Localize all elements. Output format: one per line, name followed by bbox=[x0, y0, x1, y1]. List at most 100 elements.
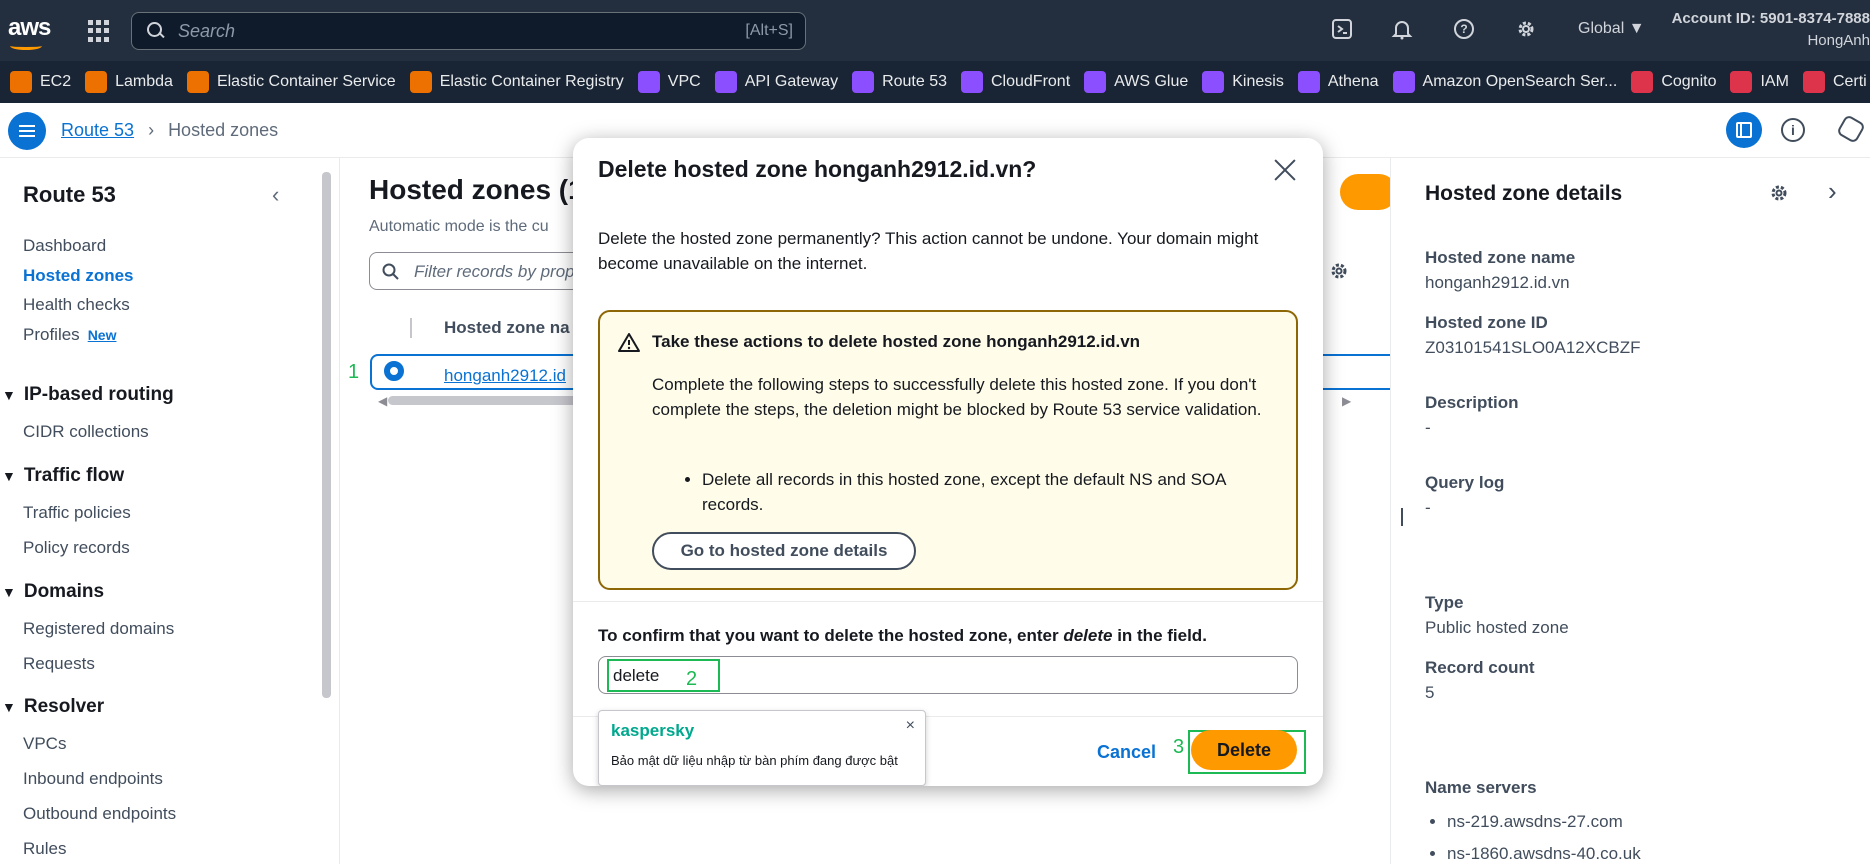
table-settings-gear-icon[interactable] bbox=[1328, 260, 1350, 282]
field-label: Hosted zone ID bbox=[1425, 313, 1548, 332]
settings-gear-icon[interactable] bbox=[1513, 18, 1539, 44]
sidenav-collapse-icon[interactable]: ‹ bbox=[272, 182, 279, 208]
favorite-item[interactable]: Kinesis bbox=[1202, 71, 1284, 93]
sidebar-item-rules[interactable]: Rules bbox=[23, 839, 66, 859]
sidebar-item-label: Profiles bbox=[23, 325, 80, 344]
search-input[interactable]: Search bbox=[178, 21, 745, 42]
sidebar-item-health-checks[interactable]: Health checks bbox=[23, 295, 130, 315]
scroll-left-icon[interactable]: ◀ bbox=[378, 394, 387, 408]
search-bar[interactable]: Search [Alt+S] bbox=[131, 12, 806, 50]
field-value-query-log: - bbox=[1425, 498, 1431, 517]
help-icon[interactable]: ? bbox=[1451, 18, 1477, 44]
favorite-item[interactable]: Elastic Container Registry bbox=[409, 71, 624, 93]
sidebar-item-hosted-zones[interactable]: Hosted zones bbox=[23, 266, 134, 286]
info-icon[interactable]: i bbox=[1781, 118, 1805, 142]
account-menu[interactable]: Account ID: 5901-8374-7888 HongAnh bbox=[1640, 8, 1870, 52]
kaspersky-popup: kaspersky × Bảo mật dữ liệu nhập từ bàn … bbox=[598, 710, 926, 786]
favorite-item[interactable]: EC2 bbox=[10, 71, 71, 93]
list-item: ns-1860.awsdns-40.co.uk bbox=[1447, 838, 1641, 864]
hosted-zone-details-panel: Hosted zone details › Hosted zone name h… bbox=[1390, 158, 1870, 864]
hosted-zone-link[interactable]: honganh2912.id bbox=[444, 366, 566, 386]
service-icon bbox=[1802, 71, 1825, 93]
favorite-label: API Gateway bbox=[744, 73, 839, 90]
warning-steps-list: Delete all records in this hosted zone, … bbox=[702, 467, 1272, 517]
favorite-item[interactable]: API Gateway bbox=[714, 71, 839, 93]
menu-toggle-button[interactable] bbox=[8, 112, 46, 150]
aws-logo-smile bbox=[10, 42, 42, 50]
caret-down-icon: ▼ bbox=[2, 699, 16, 715]
kaspersky-close-icon[interactable]: × bbox=[906, 717, 915, 735]
region-selector[interactable]: Global ▼ bbox=[1578, 20, 1645, 38]
modal-lead-text: Delete the hosted zone permanently? This… bbox=[598, 229, 1259, 273]
sidebar-item-cidr-collections[interactable]: CIDR collections bbox=[23, 422, 149, 442]
confirm-prefix: To confirm that you want to delete the h… bbox=[598, 626, 1064, 645]
favorite-item[interactable]: Amazon OpenSearch Ser... bbox=[1392, 71, 1617, 93]
favorite-item[interactable]: AWS Glue bbox=[1084, 71, 1188, 93]
details-settings-gear-icon[interactable] bbox=[1768, 182, 1790, 204]
cloudshell-icon[interactable] bbox=[1329, 18, 1355, 44]
sidebar-item-inbound-endpoints[interactable]: Inbound endpoints bbox=[23, 769, 163, 789]
sidebar-item-requests[interactable]: Requests bbox=[23, 654, 95, 674]
caret-down-icon: ▼ bbox=[2, 387, 16, 403]
sidenav-scrollbar[interactable] bbox=[322, 172, 331, 698]
breadcrumb-route53-link[interactable]: Route 53 bbox=[61, 120, 134, 141]
close-icon[interactable] bbox=[1271, 156, 1299, 184]
modal-title: Delete hosted zone honganh2912.id.vn? bbox=[598, 156, 1037, 182]
favorite-label: Lambda bbox=[115, 73, 173, 90]
favorite-item[interactable]: CloudFront bbox=[961, 71, 1070, 93]
favorite-item[interactable]: VPC bbox=[637, 71, 701, 93]
service-icon bbox=[186, 71, 209, 93]
favorite-item[interactable]: Elastic Container Service bbox=[186, 71, 396, 93]
page-title: Hosted zones (1 bbox=[369, 174, 584, 205]
field-value-description: - bbox=[1425, 418, 1431, 437]
favorite-item[interactable]: Certi bbox=[1802, 71, 1867, 93]
create-hosted-zone-button[interactable] bbox=[1340, 174, 1397, 210]
split-panel-toggle-icon[interactable] bbox=[1726, 112, 1762, 148]
favorite-label: VPC bbox=[667, 73, 701, 90]
favorite-item[interactable]: Cognito bbox=[1631, 71, 1716, 93]
sidebar-item-vpcs[interactable]: VPCs bbox=[23, 734, 66, 754]
breadcrumb: Route 53 › Hosted zones bbox=[61, 120, 278, 141]
account-user: HongAnh bbox=[1807, 32, 1870, 49]
favorite-label: Certi bbox=[1832, 73, 1867, 90]
row-radio-button[interactable] bbox=[384, 361, 404, 381]
field-value-type: Public hosted zone bbox=[1425, 618, 1569, 637]
favorite-item[interactable]: IAM bbox=[1730, 71, 1789, 93]
favorite-label: Athena bbox=[1327, 73, 1379, 90]
service-icon bbox=[637, 71, 660, 93]
column-header-hosted-zone-name[interactable]: Hosted zone na bbox=[444, 318, 570, 338]
cancel-button[interactable]: Cancel bbox=[1097, 742, 1156, 763]
breadcrumb-separator-icon: › bbox=[148, 120, 155, 140]
aws-logo[interactable]: aws bbox=[8, 14, 51, 42]
favorite-item[interactable]: Route 53 bbox=[852, 71, 947, 93]
favorite-item[interactable]: Lambda bbox=[85, 71, 173, 93]
sidebar-section-ip-routing[interactable]: ▼ IP-based routing bbox=[2, 384, 174, 406]
services-grid-icon[interactable] bbox=[88, 20, 110, 42]
sidebar-item-dashboard[interactable]: Dashboard bbox=[23, 236, 106, 256]
search-icon bbox=[146, 21, 166, 41]
panel-resize-handle[interactable] bbox=[1401, 508, 1403, 526]
scroll-right-icon[interactable]: ▶ bbox=[1342, 394, 1351, 408]
sidebar-section-traffic-flow[interactable]: ▼ Traffic flow bbox=[2, 465, 124, 487]
service-icon bbox=[961, 71, 983, 93]
collapse-panel-chevron-icon[interactable]: › bbox=[1828, 176, 1837, 207]
sidebar-section-resolver[interactable]: ▼ Resolver bbox=[2, 696, 104, 718]
notifications-panel-icon[interactable] bbox=[1835, 113, 1867, 145]
sidebar-item-outbound-endpoints[interactable]: Outbound endpoints bbox=[23, 804, 176, 824]
sidebar-item-policy-records[interactable]: Policy records bbox=[23, 538, 130, 558]
go-to-hosted-zone-details-button[interactable]: Go to hosted zone details bbox=[652, 532, 916, 570]
favorite-label: Kinesis bbox=[1232, 73, 1284, 90]
sidebar-item-profiles[interactable]: Profiles New bbox=[23, 325, 116, 345]
field-label: Query log bbox=[1425, 473, 1505, 492]
delete-button[interactable]: Delete bbox=[1191, 730, 1297, 770]
sidebar-section-domains[interactable]: ▼ Domains bbox=[2, 581, 104, 603]
sidebar-item-registered-domains[interactable]: Registered domains bbox=[23, 619, 174, 639]
favorite-item[interactable]: Athena bbox=[1297, 71, 1379, 93]
search-icon bbox=[382, 263, 399, 280]
details-title: Hosted zone details bbox=[1425, 182, 1623, 205]
new-badge: New bbox=[87, 327, 117, 343]
service-icon bbox=[10, 71, 32, 93]
sidebar-item-traffic-policies[interactable]: Traffic policies bbox=[23, 503, 131, 523]
top-navigation: aws Search [Alt+S] ? Global ▼ Account ID… bbox=[0, 0, 1870, 61]
notifications-bell-icon[interactable] bbox=[1389, 18, 1415, 44]
